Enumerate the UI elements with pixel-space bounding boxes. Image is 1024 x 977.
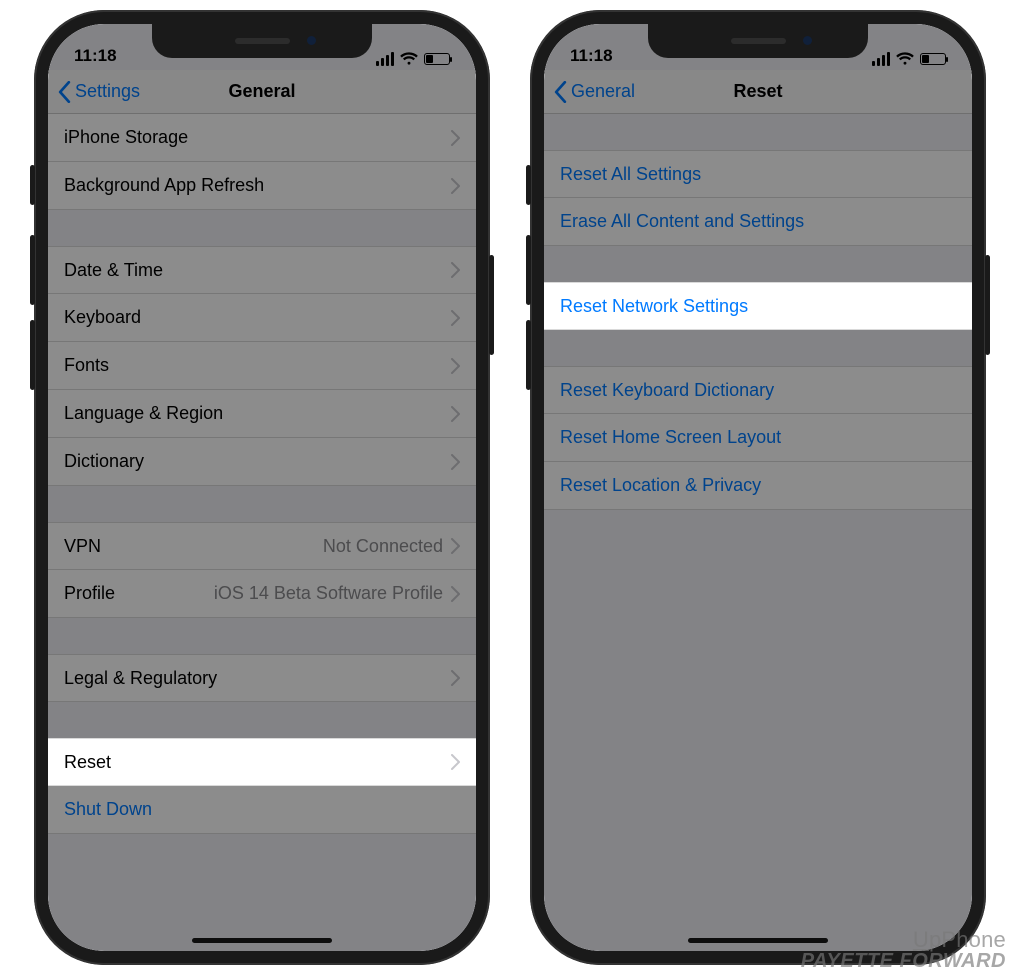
cell-detail: iOS 14 Beta Software Profile (214, 583, 443, 604)
reset-table: Reset All Settings Erase All Content and … (544, 150, 972, 510)
cell-profile[interactable]: Profile iOS 14 Beta Software Profile (48, 570, 476, 618)
phone-left: 11:18 Settings General iPhone Storage Bac… (34, 10, 490, 965)
cell-label: Shut Down (64, 799, 152, 820)
home-indicator (688, 938, 828, 943)
cell-fonts[interactable]: Fonts (48, 342, 476, 390)
cell-label: iPhone Storage (64, 127, 188, 148)
chevron-right-icon (451, 586, 460, 602)
chevron-right-icon (451, 310, 460, 326)
cell-label: Reset All Settings (560, 164, 701, 185)
table-group: Legal & Regulatory (48, 654, 476, 702)
nav-bar: General Reset (544, 70, 972, 114)
cell-reset-keyboard-dictionary[interactable]: Reset Keyboard Dictionary (544, 366, 972, 414)
chevron-right-icon (451, 538, 460, 554)
chevron-right-icon (451, 358, 460, 374)
table-group: VPN Not Connected Profile iOS 14 Beta Softw… (48, 522, 476, 618)
table-group: Reset Keyboard Dictionary Reset Home Scre… (544, 366, 972, 510)
status-time: 11:18 (74, 46, 117, 66)
back-label: Settings (75, 81, 140, 102)
cell-label: VPN (64, 536, 101, 557)
cell-label: Background App Refresh (64, 175, 264, 196)
cell-label: Erase All Content and Settings (560, 211, 804, 232)
home-indicator (192, 938, 332, 943)
back-button[interactable]: Settings (58, 81, 140, 103)
cell-label: Reset Network Settings (560, 296, 748, 317)
cellular-icon (376, 52, 394, 66)
status-time: 11:18 (570, 46, 613, 66)
back-button[interactable]: General (554, 81, 635, 103)
chevron-right-icon (451, 754, 460, 770)
cell-keyboard[interactable]: Keyboard (48, 294, 476, 342)
phone-right: 11:18 General Reset Reset All Settings Er… (530, 10, 986, 965)
cell-label: Profile (64, 583, 115, 604)
wifi-icon (400, 52, 418, 66)
cell-dictionary[interactable]: Dictionary (48, 438, 476, 486)
cell-detail: Not Connected (323, 536, 443, 557)
chevron-right-icon (451, 262, 460, 278)
chevron-left-icon (554, 81, 567, 103)
chevron-right-icon (451, 670, 460, 686)
battery-icon (920, 53, 946, 65)
table-group: Date & Time Keyboard Fonts Language & Regio… (48, 246, 476, 486)
table-group: iPhone Storage Background App Refresh (48, 114, 476, 210)
cell-label: Reset Home Screen Layout (560, 427, 781, 448)
battery-icon (424, 53, 450, 65)
chevron-left-icon (58, 81, 71, 103)
cell-date-time[interactable]: Date & Time (48, 246, 476, 294)
notch (152, 24, 372, 58)
cell-erase-all-content-and-settings[interactable]: Erase All Content and Settings (544, 198, 972, 246)
cell-label: Reset Location & Privacy (560, 475, 761, 496)
cell-iphone-storage[interactable]: iPhone Storage (48, 114, 476, 162)
cell-shut-down[interactable]: Shut Down (48, 786, 476, 834)
cell-legal-regulatory[interactable]: Legal & Regulatory (48, 654, 476, 702)
cell-label: Reset (64, 752, 111, 773)
cell-label: Keyboard (64, 307, 141, 328)
chevron-right-icon (451, 454, 460, 470)
chevron-right-icon (451, 178, 460, 194)
cell-label: Fonts (64, 355, 109, 376)
table-group: Reset All Settings Erase All Content and … (544, 150, 972, 246)
cell-label: Language & Region (64, 403, 223, 424)
chevron-right-icon (451, 406, 460, 422)
cell-reset[interactable]: Reset (48, 738, 476, 786)
notch (648, 24, 868, 58)
cell-reset-location-privacy[interactable]: Reset Location & Privacy (544, 462, 972, 510)
cell-language-region[interactable]: Language & Region (48, 390, 476, 438)
nav-bar: Settings General (48, 70, 476, 114)
table-group: Reset Shut Down (48, 738, 476, 834)
cell-vpn[interactable]: VPN Not Connected (48, 522, 476, 570)
cell-reset-home-screen-layout[interactable]: Reset Home Screen Layout (544, 414, 972, 462)
table-group: Reset Network Settings (544, 282, 972, 330)
back-label: General (571, 81, 635, 102)
cell-background-app-refresh[interactable]: Background App Refresh (48, 162, 476, 210)
cellular-icon (872, 52, 890, 66)
cell-reset-all-settings[interactable]: Reset All Settings (544, 150, 972, 198)
cell-reset-network-settings[interactable]: Reset Network Settings (544, 282, 972, 330)
chevron-right-icon (451, 130, 460, 146)
settings-table: iPhone Storage Background App Refresh Date… (48, 114, 476, 834)
cell-label: Date & Time (64, 260, 163, 281)
cell-label: Reset Keyboard Dictionary (560, 380, 774, 401)
cell-label: Legal & Regulatory (64, 668, 217, 689)
cell-label: Dictionary (64, 451, 144, 472)
wifi-icon (896, 52, 914, 66)
